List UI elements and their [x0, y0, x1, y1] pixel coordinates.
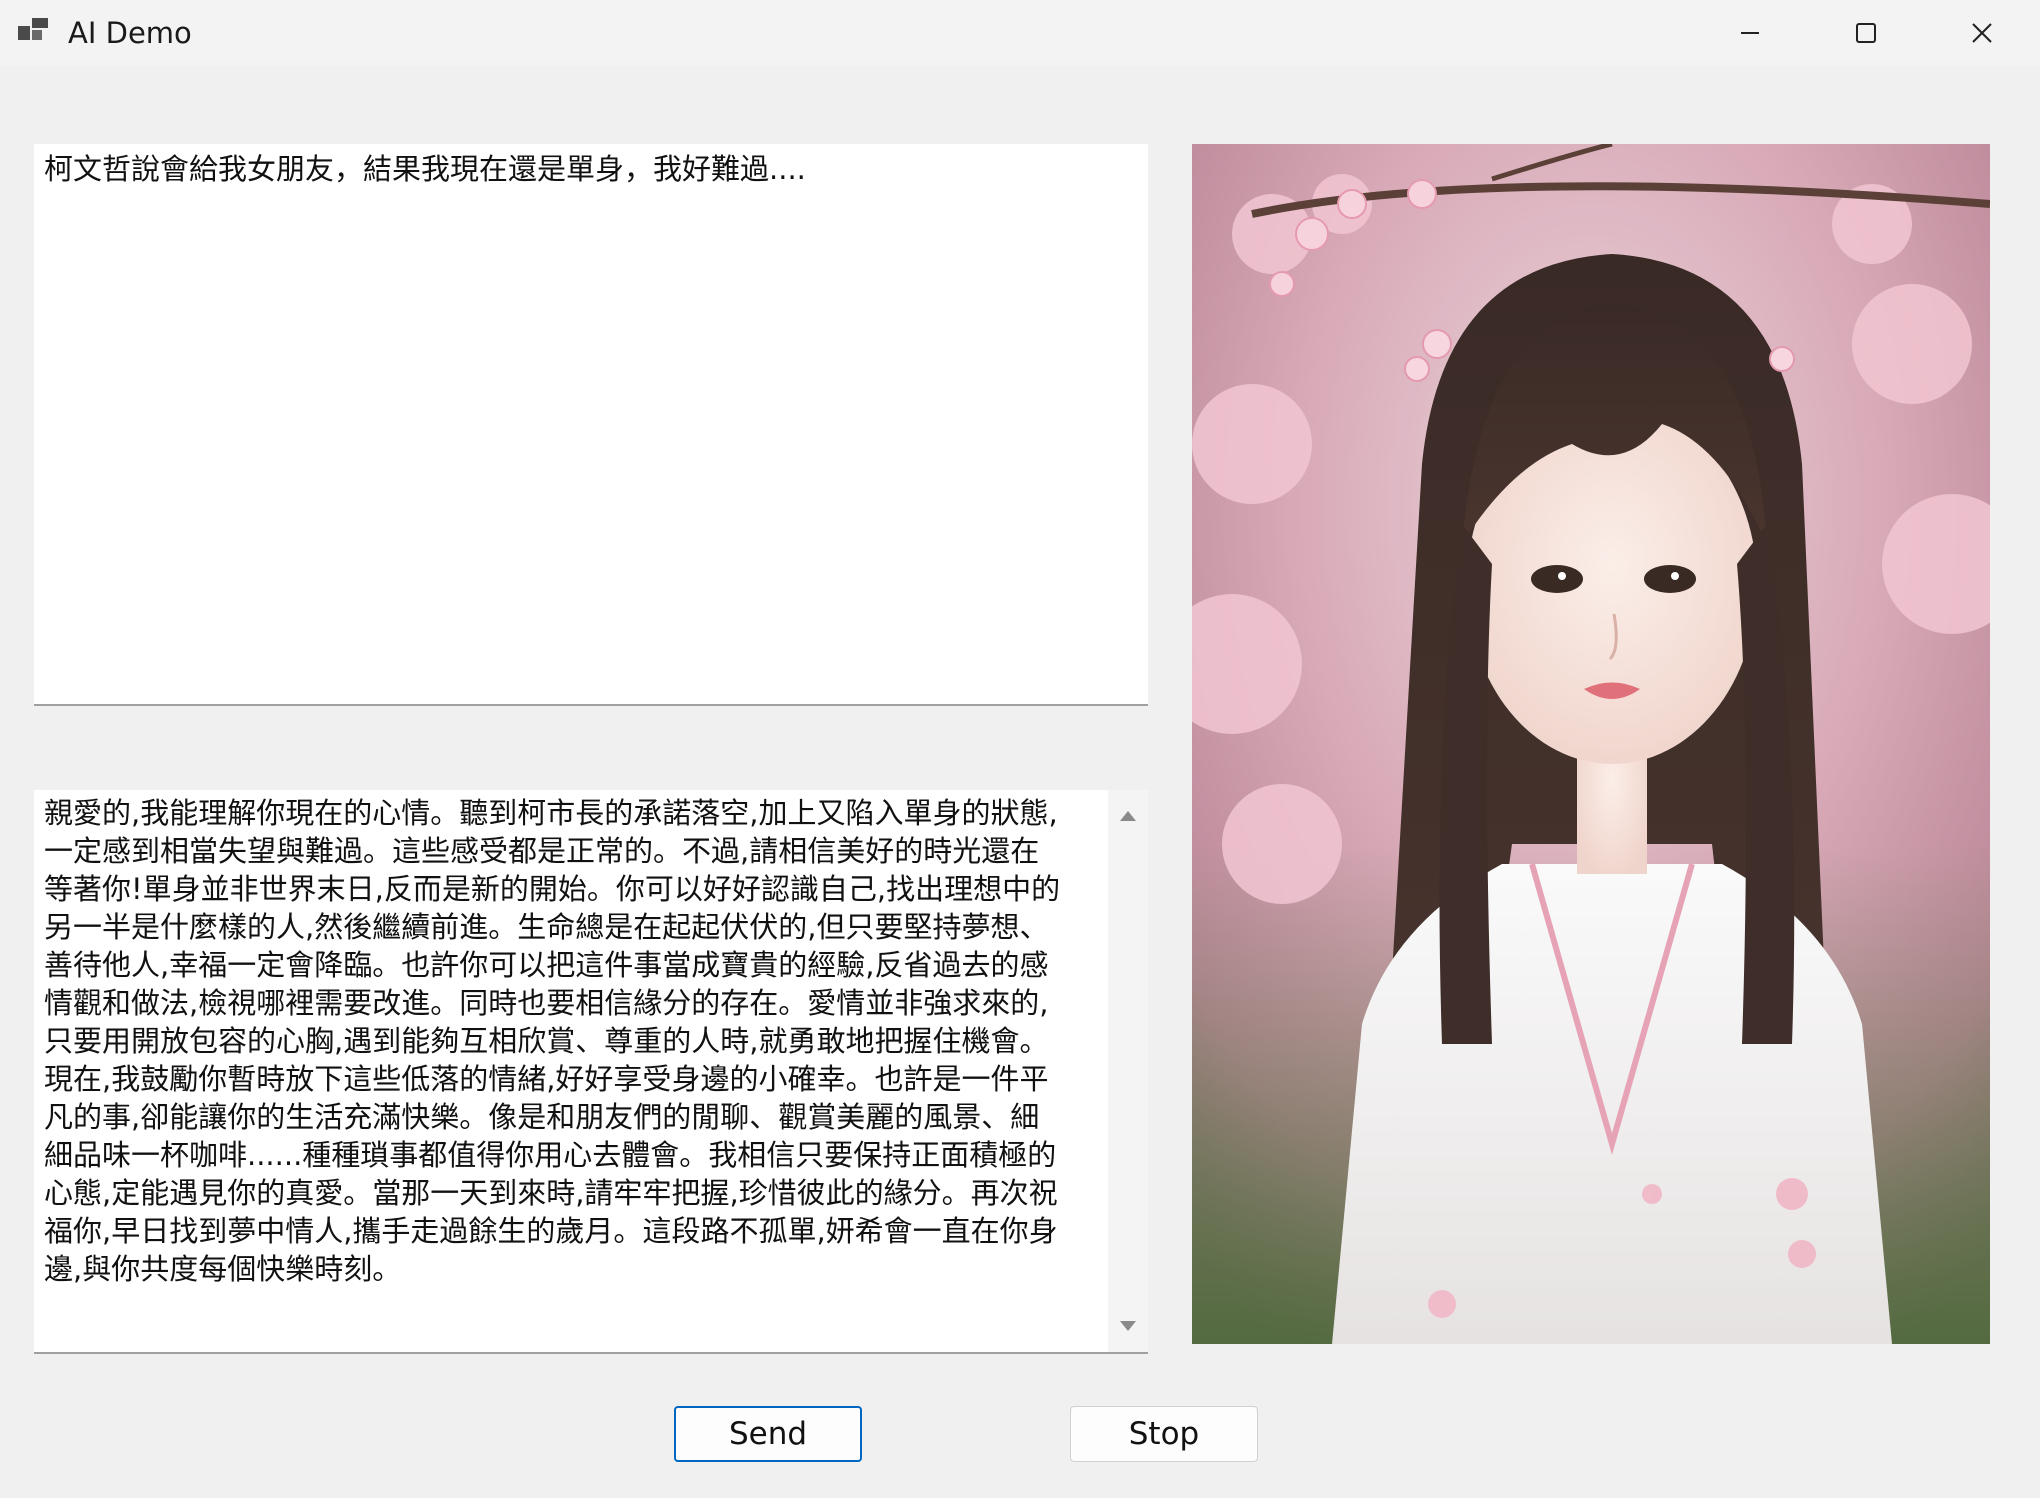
close-icon — [1971, 22, 1993, 44]
response-line: 只要用開放包容的心胸,遇到能夠互相欣賞、尊重的人時,就勇敢地把握住機會。 — [44, 1024, 1049, 1058]
response-line: 情觀和做法,檢視哪裡需要改進。同時也要相信緣分的存在。愛情並非強求來的, — [44, 986, 1049, 1020]
response-line: 福你,早日找到夢中情人,攜手走過餘生的歲月。這段路不孤單,妍希會一直在你身 — [44, 1214, 1058, 1248]
response-output[interactable]: 親愛的,我能理解你現在的心情。聽到柯市長的承諾落空,加上又陷入單身的狀態, 一定感… — [34, 790, 1148, 1354]
response-line: 等著你!單身並非世界末日,反而是新的開始。你可以好好認識自己,找出理想中的 — [44, 872, 1061, 906]
minimize-button[interactable] — [1692, 0, 1808, 66]
response-line: 邊,與你共度每個快樂時刻。 — [44, 1252, 402, 1286]
minimize-icon — [1739, 22, 1761, 44]
response-line: 現在,我鼓勵你暫時放下這些低落的情緒,好好享受身邊的小確幸。也許是一件平 — [44, 1062, 1049, 1096]
stop-button[interactable]: Stop — [1070, 1406, 1258, 1462]
close-button[interactable] — [1924, 0, 2040, 66]
send-button[interactable]: Send — [674, 1406, 862, 1462]
title-bar[interactable]: AI Demo — [0, 0, 2040, 66]
response-line: 凡的事,卻能讓你的生活充滿快樂。像是和朋友們的閒聊、觀賞美麗的風景、細 — [44, 1100, 1040, 1134]
vertical-scrollbar[interactable] — [1108, 790, 1148, 1352]
response-text: 親愛的,我能理解你現在的心情。聽到柯市長的承諾落空,加上又陷入單身的狀態, 一定感… — [44, 794, 1130, 1288]
response-line: 親愛的,我能理解你現在的心情。聽到柯市長的承諾落空,加上又陷入單身的狀態, — [44, 796, 1058, 830]
response-line: 善待他人,幸福一定會降臨。也許你可以把這件事當成寶貴的經驗,反省過去的感 — [44, 948, 1049, 982]
response-line: 一定感到相當失望與難過。這些感受都是正常的。不過,請相信美好的時光還在 — [44, 834, 1040, 868]
prompt-input[interactable]: 柯文哲說會給我女朋友，結果我現在還是單身，我好難過.... — [34, 144, 1148, 706]
window-title: AI Demo — [68, 16, 192, 50]
response-line: 心態,定能遇見你的真愛。當那一天到來時,請牢牢把握,珍惜彼此的緣分。再次祝 — [44, 1176, 1058, 1210]
app-window-icon — [18, 16, 50, 44]
scroll-up-arrow-icon[interactable] — [1108, 798, 1148, 834]
maximize-button[interactable] — [1808, 0, 1924, 66]
maximize-icon — [1855, 22, 1877, 44]
scroll-down-arrow-icon[interactable] — [1108, 1308, 1148, 1344]
response-line: 細品味一杯咖啡......種種瑣事都值得你用心去體會。我相信只要保持正面積極的 — [44, 1138, 1057, 1172]
app-window: AI Demo 柯文哲說會給我女朋友，結果我現在還是單身，我好難過.... 親愛… — [0, 0, 2040, 1498]
response-line: 另一半是什麼樣的人,然後繼續前進。生命總是在起起伏伏的,但只要堅持夢想、 — [44, 910, 1049, 944]
portrait-image — [1192, 144, 1990, 1344]
